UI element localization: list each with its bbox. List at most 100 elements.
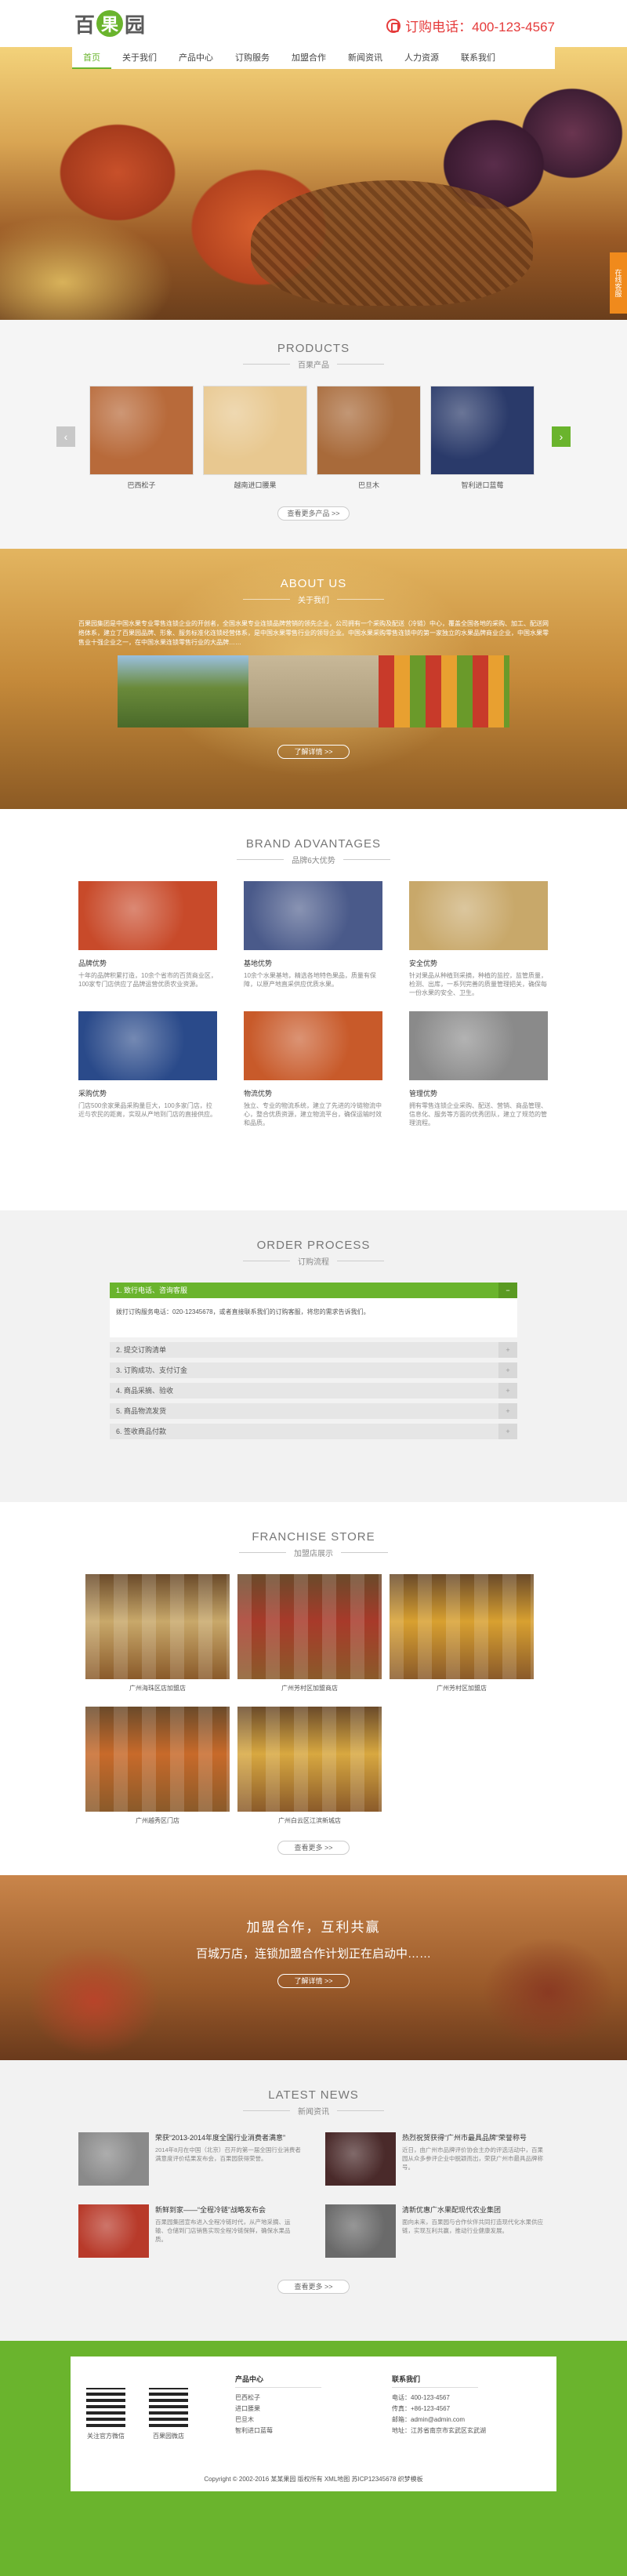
franchise-image (85, 1574, 230, 1679)
main-nav: 首页 关于我们 产品中心 订购服务 加盟合作 新闻资讯 人力资源 联系我们 (72, 47, 555, 69)
about-image-vineyard (118, 655, 248, 727)
footer-link[interactable]: 巴旦木 (235, 2415, 321, 2425)
news-desc: 百果园集团宣布进入全程冷链时代，从产地采摘、运输、仓储到门店销售实现全程冷链保鲜… (155, 2219, 291, 2243)
order-step-label: 5. 商品物流发货 (116, 1407, 167, 1415)
footer-contact-title: 联系我们 (392, 2374, 478, 2388)
more-news-button[interactable]: 查看更多 >> (277, 2280, 350, 2294)
online-service-tab[interactable]: 在线客服 (610, 252, 627, 314)
product-card[interactable]: 越南进口腰果 (203, 386, 307, 490)
nav-item-news[interactable]: 新闻资讯 (337, 47, 393, 69)
carousel-prev-button[interactable]: ‹ (56, 426, 75, 447)
product-caption: 巴西松子 (127, 481, 156, 489)
about-images (118, 655, 510, 727)
product-image (89, 386, 194, 475)
advantage-title: 品牌优势 (78, 960, 107, 967)
news-item[interactable]: 新鲜到家——“全程冷链”战略发布会百果园集团宣布进入全程冷链时代，从产地采摘、运… (78, 2204, 302, 2258)
order-accordion: 1. 致行电话、咨询客服 − 拨打订购服务电话：020-12345678，或者直… (110, 1283, 517, 1439)
expand-icon[interactable]: + (498, 1424, 517, 1439)
nav-item-about[interactable]: 关于我们 (111, 47, 168, 69)
products-title-cn: 百果产品 (0, 358, 627, 370)
news-title[interactable]: 热烈祝贺获得“广州市最具品牌”荣誉称号 (402, 2132, 549, 2142)
hotline-text: 订购电话：400-123-4567 (405, 20, 555, 34)
logo-char-2: 果 (96, 10, 124, 37)
franchise-image (85, 1707, 230, 1812)
advantages-heading: BRAND ADVANTAGES 品牌6大优势 (0, 837, 627, 865)
product-caption: 智利进口蓝莓 (461, 481, 504, 489)
product-card[interactable]: 智利进口蓝莓 (430, 386, 535, 490)
order-step[interactable]: 2. 提交订购清单 + (110, 1342, 517, 1358)
products-title-en: PRODUCTS (277, 342, 350, 355)
products-heading: PRODUCTS 百果产品 (0, 342, 627, 370)
footer-contact-line: 电话：400-123-4567 (392, 2394, 450, 2401)
news-title[interactable]: 新鲜到家——“全程冷链”战略发布会 (155, 2204, 302, 2215)
franchise-card[interactable]: 广州白云区江滨新城店 (237, 1707, 382, 1825)
qr1-label: 关注官方微信 (87, 2433, 125, 2440)
more-franchise-button[interactable]: 查看更多 >> (277, 1841, 350, 1855)
basket-image (251, 180, 533, 306)
footer-link[interactable]: 巴西松子 (235, 2393, 321, 2404)
advantage-desc: 针对果品从种植到采摘，种植的监控，监管质量，检测、出库，一系列完善的质量管理把关… (409, 972, 547, 996)
more-products-button[interactable]: 查看更多产品 >> (277, 506, 350, 521)
nav-item-hr[interactable]: 人力资源 (393, 47, 450, 69)
collapse-icon[interactable]: − (498, 1283, 517, 1298)
logo-char-3: 园 (125, 13, 146, 38)
advantages-section: BRAND ADVANTAGES 品牌6大优势 品牌优势 十年的品牌积累打造，10… (0, 809, 627, 1210)
franchise-grid: 广州海珠区店加盟店 广州芳村区加盟商店 广州芳村区加盟店广州越秀区门店 广州白云区江滨… (85, 1574, 542, 1825)
news-image (78, 2204, 149, 2258)
franchise-image (237, 1574, 382, 1679)
order-step-label: 3. 订购成功、支付订金 (116, 1366, 188, 1374)
franchise-image (390, 1574, 534, 1679)
expand-icon[interactable]: + (498, 1383, 517, 1399)
order-step[interactable]: 4. 商品采摘、验收 + (110, 1383, 517, 1399)
about-image-nuts (248, 655, 379, 727)
franchise-card[interactable]: 广州芳村区加盟商店 (237, 1574, 382, 1693)
nav-item-franchise[interactable]: 加盟合作 (281, 47, 337, 69)
product-card[interactable]: 巴西松子 (89, 386, 194, 490)
news-heading: LATEST NEWS 新闻资讯 (0, 2088, 627, 2117)
news-image (78, 2132, 149, 2186)
franchise-card[interactable]: 广州海珠区店加盟店 (85, 1574, 230, 1693)
order-step-open-text: 拨打订购服务电话：020-12345678，或者直接联系我们的订购客服，将您的需… (110, 1298, 517, 1337)
banner-details-button[interactable]: 了解详情 >> (277, 1974, 350, 1988)
footer-link[interactable]: 智利进口蓝莓 (235, 2425, 321, 2436)
footer-contact-line: 传真：+86-123-4567 (392, 2405, 451, 2412)
logo[interactable]: 百 果 园 (74, 6, 145, 41)
nav-item-order[interactable]: 订购服务 (224, 47, 281, 69)
franchise-title-cn: 加盟店展示 (0, 1547, 627, 1558)
news-item[interactable]: 荣获“2013-2014年度全国行业消费者满意” 2014年8月在中国（北京）召开… (78, 2132, 302, 2186)
footer-link[interactable]: 进口腰果 (235, 2404, 321, 2415)
news-item[interactable]: 清新优惠广水果配现代农业集团 面向未来，百果园与合作伙伴共同打造现代化水果供应链，… (325, 2204, 549, 2258)
carousel-next-button[interactable]: › (552, 426, 571, 447)
product-card[interactable]: 巴旦木 (317, 386, 421, 490)
expand-icon[interactable]: + (498, 1342, 517, 1358)
advantage-item: 管理优势 拥有零售连锁企业采购、配送、营销、商品管理、信息化、服务等方面的优秀团队… (409, 1011, 548, 1127)
advantage-image (409, 881, 548, 950)
news-item[interactable]: 热烈祝贺获得“广州市最具品牌”荣誉称号 近日，由广州市品牌评价协会主办的评选活动中… (325, 2132, 549, 2186)
expand-icon[interactable]: + (498, 1403, 517, 1419)
order-step[interactable]: 3. 订购成功、支付订金 + (110, 1362, 517, 1378)
order-step-open[interactable]: 1. 致行电话、咨询客服 − (110, 1283, 517, 1298)
nav-item-contact[interactable]: 联系我们 (450, 47, 506, 69)
order-step[interactable]: 5. 商品物流发货 + (110, 1403, 517, 1419)
order-step[interactable]: 6. 签收商品付款 + (110, 1424, 517, 1439)
franchise-card[interactable]: 广州芳村区加盟店 (390, 1574, 534, 1693)
products-section: PRODUCTS 百果产品 ‹ 巴西松子 越南进口腰果 巴旦木 智利进口蓝莓 › 查看… (0, 320, 627, 549)
news-title[interactable]: 清新优惠广水果配现代农业集团 (402, 2204, 549, 2215)
footer-contact-line: 地址：江苏省南京市玄武区玄武湖 (392, 2427, 486, 2434)
order-step-label: 2. 提交订购清单 (116, 1346, 167, 1354)
expand-icon[interactable]: + (498, 1362, 517, 1378)
franchise-card[interactable]: 广州越秀区门店 (85, 1707, 230, 1825)
footer-contact-line: 邮箱：admin@admin.com (392, 2416, 466, 2423)
nav-item-home[interactable]: 首页 (72, 47, 111, 69)
advantage-image (409, 1011, 548, 1080)
banner-title: 加盟合作，互利共赢 (246, 1920, 381, 1935)
advantage-item: 安全优势 针对果品从种植到采摘，种植的监控，监管质量，检测、出库，一系列完善的质量… (409, 881, 548, 997)
nav-item-products[interactable]: 产品中心 (168, 47, 224, 69)
advantage-title: 管理优势 (409, 1090, 438, 1098)
about-section: ABOUT US 关于我们 百果园集团是中国水果专业零售连锁企业的开创者，全国水… (0, 549, 627, 809)
news-title[interactable]: 荣获“2013-2014年度全国行业消费者满意” (155, 2132, 302, 2142)
qr-code-icon (86, 2388, 125, 2427)
advantage-title: 采购优势 (78, 1090, 107, 1098)
news-image (325, 2204, 396, 2258)
about-details-button[interactable]: 了解详情 >> (277, 745, 350, 759)
